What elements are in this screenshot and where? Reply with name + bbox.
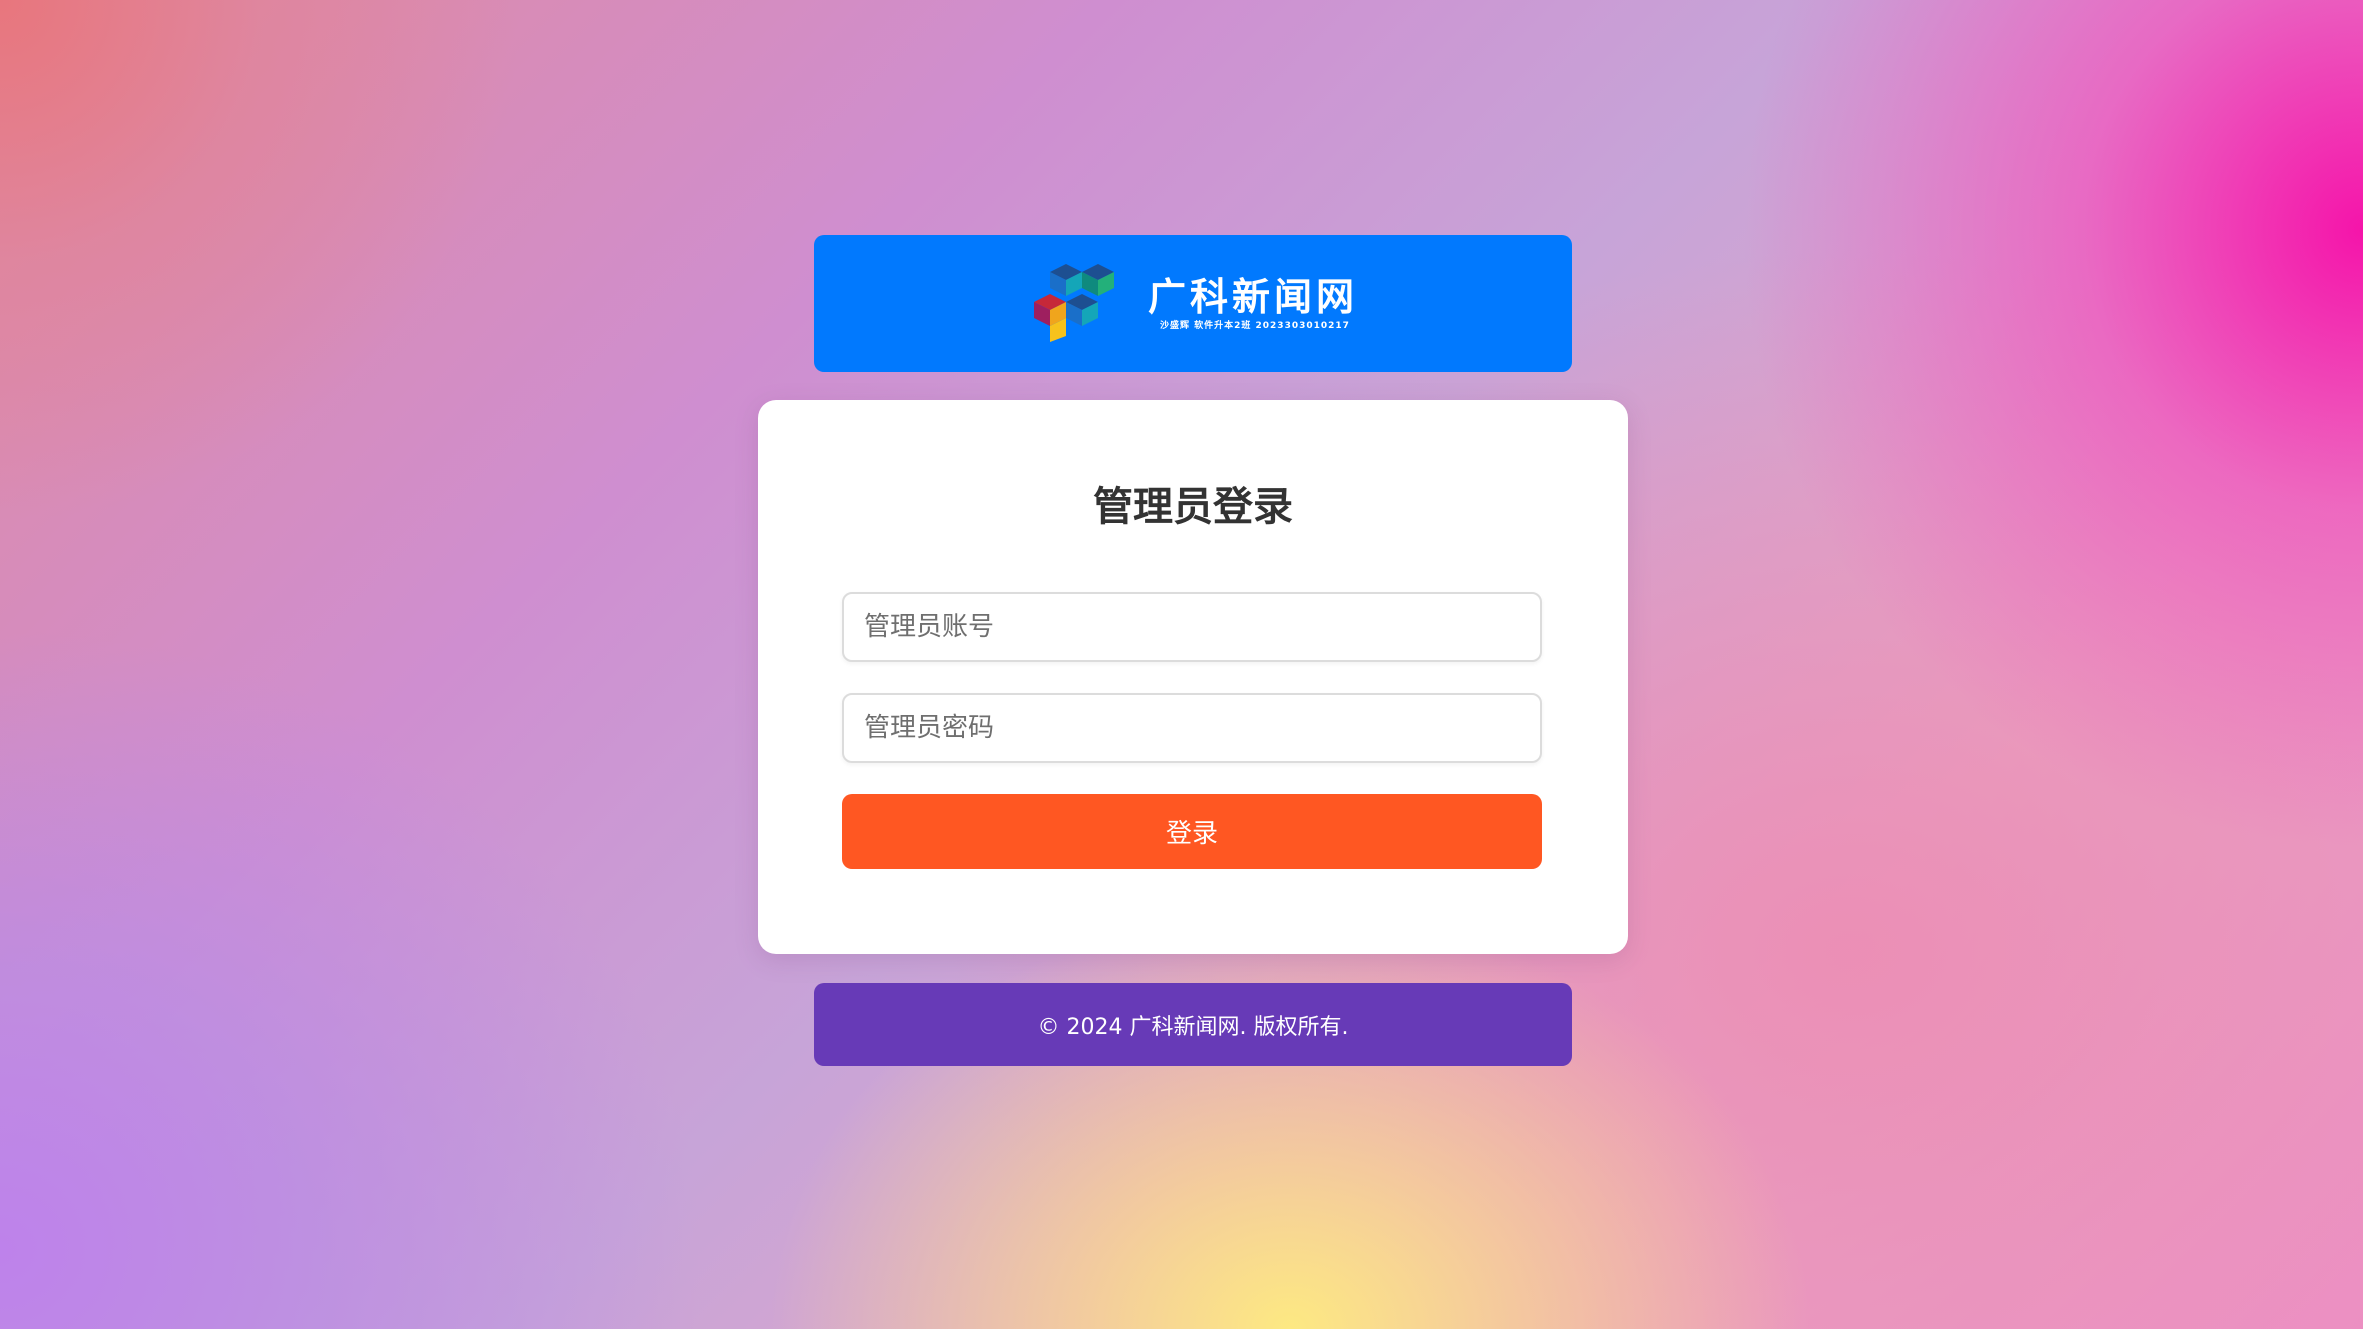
site-subtitle: 沙盛辉 软件升本2班 2023303010217 — [1159, 320, 1350, 331]
logo-text: 广科新闻网 沙盛辉 软件升本2班 2023303010217 — [1148, 275, 1358, 333]
login-title: 管理员登录 — [1093, 484, 1293, 530]
copyright-text: © 2024 广科新闻网. 版权所有. — [1037, 1014, 1349, 1040]
admin-account-input[interactable] — [842, 592, 1542, 662]
login-button[interactable]: 登录 — [842, 794, 1542, 869]
footer-bar: © 2024 广科新闻网. 版权所有. — [814, 983, 1572, 1066]
login-card: 管理员登录 登录 — [758, 400, 1628, 954]
cube-logo-icon — [1028, 263, 1138, 344]
site-logo: 广科新闻网 沙盛辉 软件升本2班 2023303010217 — [1028, 263, 1358, 344]
admin-password-input[interactable] — [842, 693, 1542, 763]
site-name: 广科新闻网 — [1147, 274, 1358, 319]
logo-banner: 广科新闻网 沙盛辉 软件升本2班 2023303010217 — [814, 235, 1572, 372]
